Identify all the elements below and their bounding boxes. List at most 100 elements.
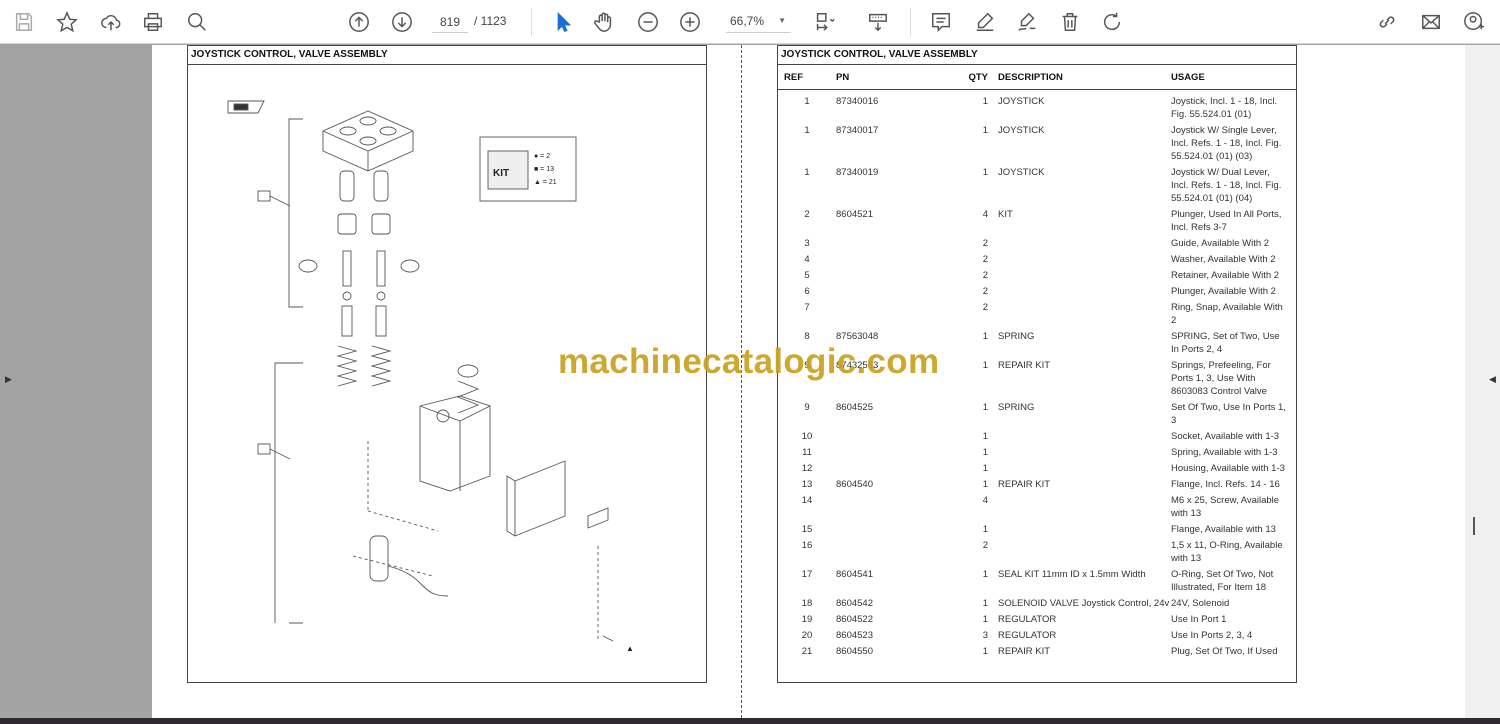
zoom-in-icon[interactable] (677, 9, 703, 35)
cell-description: SOLENOID VALVE Joystick Control, 24v (998, 598, 1170, 609)
cell-quantity: 4 (982, 209, 988, 220)
table-row: 16 2 1,5 x 11, O-Ring, Available with 13 (778, 538, 1296, 567)
save-icon[interactable] (11, 9, 37, 35)
cell-usage: Joystick, Incl. 1 - 18, Incl. Fig. 55.52… (1171, 96, 1278, 120)
cell-description: KIT (998, 209, 1013, 220)
highlight-icon[interactable] (972, 9, 998, 35)
page-number-input[interactable] (432, 11, 468, 33)
cell-quantity: 3 (982, 630, 988, 641)
table-row: 11 1 Spring, Available with 1-3 (778, 445, 1296, 461)
rotate-icon[interactable] (1099, 9, 1125, 35)
cell-description (998, 461, 1171, 477)
cell-description: JOYSTICK (998, 125, 1045, 136)
zoom-level-dropdown[interactable]: 66,7% ▼ (726, 11, 790, 33)
right-panel-toggle-icon[interactable]: ◀ (1489, 374, 1496, 385)
table-row: 4 2 Washer, Available With 2 (778, 252, 1296, 268)
print-icon[interactable] (140, 9, 166, 35)
cell-usage: SPRING, Set of Two, Use In Ports 2, 4 (1171, 331, 1280, 355)
cell-quantity: 1 (982, 479, 988, 490)
cell-ref: 13 (801, 479, 813, 490)
cell-part-number: 8604523 (836, 630, 873, 641)
kit-legend-item: ● = 2 (534, 153, 550, 160)
cell-usage: Plug, Set Of Two, If Used (1171, 646, 1278, 657)
kit-legend-item: ▲ = 21 (534, 179, 557, 186)
cell-part-number (836, 268, 916, 284)
cell-usage: Plunger, Used In All Ports, Incl. Refs 3… (1171, 209, 1282, 233)
scroll-thumb[interactable] (1473, 517, 1475, 535)
table-row: 13 8604540 1 REPAIR KIT Flange, Incl. Refs. … (778, 477, 1296, 493)
cell-description: SEAL KIT 11mm ID x 1.5mm Width (998, 569, 1146, 580)
link-icon[interactable] (1374, 9, 1400, 35)
table-row: 1 87340017 1 JOYSTICK Joystick W/ Single Lev… (778, 123, 1296, 165)
select-cursor-icon[interactable] (550, 9, 576, 35)
cell-usage: Ring, Snap, Available With 2 (1171, 302, 1283, 326)
cell-quantity: 1 (982, 125, 988, 136)
cell-quantity: 1 (982, 447, 988, 458)
zoom-value: 66,7% (730, 14, 765, 28)
cell-ref: 1 (804, 167, 810, 178)
star-icon[interactable] (54, 9, 80, 35)
cell-usage: Flange, Available with 13 (1171, 524, 1276, 535)
joystick-base (322, 110, 414, 172)
scroll-mode-icon[interactable] (865, 9, 891, 35)
cell-part-number (836, 445, 916, 461)
delete-icon[interactable] (1057, 9, 1083, 35)
cell-ref: 12 (801, 463, 813, 474)
left-panel-toggle-icon[interactable]: ▶ (5, 374, 12, 385)
diagram-title: JOYSTICK CONTROL, VALVE ASSEMBLY (188, 46, 706, 65)
cell-part-number: 87340019 (836, 167, 879, 178)
table-row: 14 4 M6 x 25, Screw, Available with 13 (778, 493, 1296, 522)
cell-ref: 18 (801, 598, 813, 609)
cell-ref: 5 (804, 270, 810, 281)
cell-quantity: 1 (982, 524, 988, 535)
cell-quantity: 2 (982, 238, 988, 249)
cell-quantity: 1 (982, 402, 988, 413)
upload-icon[interactable] (98, 9, 124, 35)
page-up-icon[interactable] (346, 9, 372, 35)
cell-description (998, 268, 1171, 284)
zoom-out-icon[interactable] (635, 9, 661, 35)
cell-ref: 1 (804, 125, 810, 136)
fit-page-icon[interactable] (811, 9, 837, 35)
cell-usage: Joystick W/ Single Lever, Incl. Refs. 1 … (1171, 125, 1282, 162)
comment-icon[interactable] (928, 9, 954, 35)
cell-description (998, 445, 1171, 461)
cell-ref: 16 (801, 540, 813, 551)
cell-part-number: 8604542 (836, 598, 873, 609)
chevron-down-icon: ▼ (778, 16, 786, 25)
plunger-left (336, 170, 358, 387)
cell-usage: Use In Ports 2, 3, 4 (1171, 630, 1253, 641)
cell-description: REPAIR KIT (998, 360, 1051, 371)
page-down-icon[interactable] (389, 9, 415, 35)
column-header-ref: REF (778, 65, 836, 90)
cell-description (998, 429, 1171, 445)
solenoid (369, 535, 389, 582)
table-row: 17 8604541 1 SEAL KIT 11mm ID x 1.5mm Width… (778, 567, 1296, 596)
sign-icon[interactable] (1014, 9, 1040, 35)
email-icon[interactable] (1418, 9, 1444, 35)
cell-quantity: 2 (982, 302, 988, 313)
zoom-search-icon[interactable] (184, 9, 210, 35)
cell-part-number: 8604525 (836, 402, 873, 413)
cell-part-number (836, 522, 916, 538)
table-row: 18 8604542 1 SOLENOID VALVE Joystick Contro… (778, 596, 1296, 612)
cell-part-number (836, 300, 916, 329)
cell-part-number (836, 429, 916, 445)
cell-quantity: 1 (982, 431, 988, 442)
table-row: 5 2 Retainer, Available With 2 (778, 268, 1296, 284)
cell-ref: 17 (801, 569, 813, 580)
cell-description (998, 300, 1171, 329)
cell-part-number: 8604540 (836, 479, 873, 490)
user-icon[interactable] (1461, 9, 1487, 35)
table-row: 12 1 Housing, Available with 1-3 (778, 461, 1296, 477)
cell-description: SPRING (998, 402, 1035, 413)
cell-quantity: 2 (982, 254, 988, 265)
cell-part-number: 87340016 (836, 96, 879, 107)
cell-description (998, 236, 1171, 252)
cell-usage: O-Ring, Set Of Two, Not Illustrated, For… (1171, 569, 1274, 593)
hand-icon[interactable] (591, 9, 617, 35)
parts-list-title: JOYSTICK CONTROL, VALVE ASSEMBLY (778, 46, 1296, 65)
taskbar-edge (0, 718, 1500, 724)
cell-description: JOYSTICK (998, 167, 1045, 178)
cell-usage: Retainer, Available With 2 (1171, 270, 1280, 281)
